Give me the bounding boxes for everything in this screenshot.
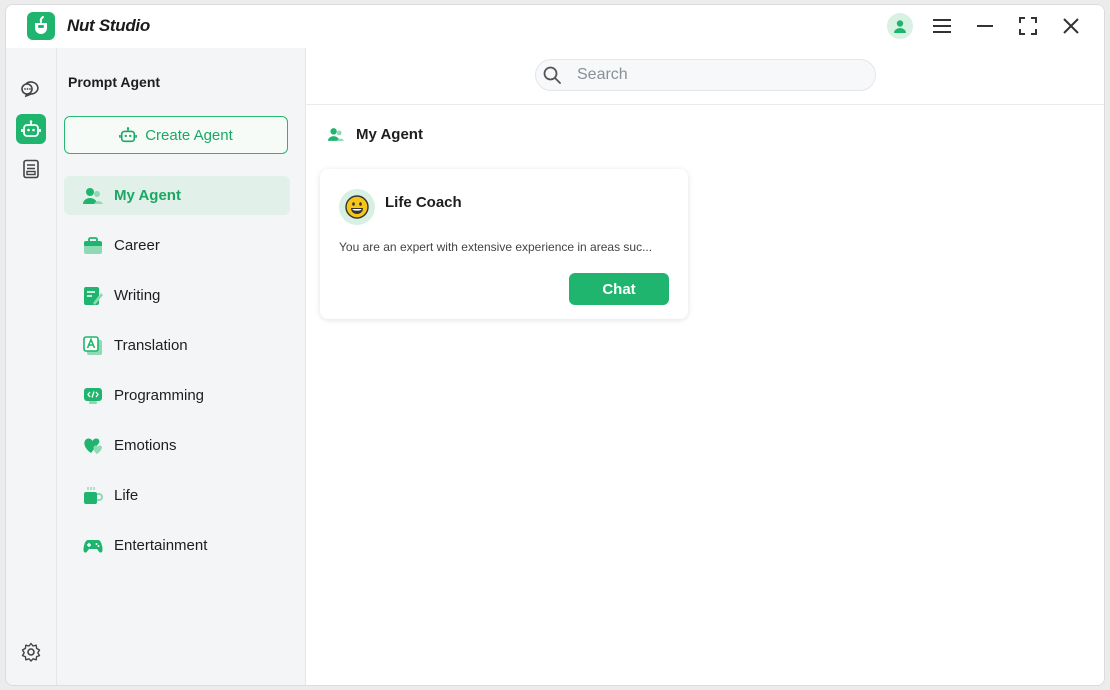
minimize-button[interactable] <box>973 14 997 38</box>
sidebar-item-entertainment[interactable]: Entertainment <box>64 526 290 565</box>
sidebar-item-label: Career <box>114 237 160 254</box>
document-icon <box>23 159 39 179</box>
sidebar-item-label: Emotions <box>114 437 177 454</box>
smiley-face-icon <box>345 195 369 219</box>
chat-button[interactable]: Chat <box>569 273 669 305</box>
user-icon <box>894 20 906 33</box>
user-button[interactable] <box>887 13 913 39</box>
nav-rail <box>6 48 57 685</box>
pen-icon <box>82 285 104 307</box>
users-icon <box>82 185 104 207</box>
avatar <box>339 189 375 225</box>
coffee-icon <box>82 485 104 507</box>
translate-icon <box>82 335 104 357</box>
maximize-icon <box>1019 17 1037 35</box>
settings-icon <box>21 642 41 662</box>
menu-button[interactable] <box>930 14 954 38</box>
sidebar-item-programming[interactable]: Programming <box>64 376 290 415</box>
create-agent-button[interactable]: Create Agent <box>64 116 288 154</box>
rail-document-button[interactable] <box>16 154 46 184</box>
menu-icon <box>933 19 951 33</box>
sidebar-item-life[interactable]: Life <box>64 476 290 515</box>
close-button[interactable] <box>1059 14 1083 38</box>
title-bar: Nut Studio <box>6 5 1104 49</box>
heart-icon <box>82 435 104 457</box>
maximize-button[interactable] <box>1016 14 1040 38</box>
sidebar-item-label: Programming <box>114 387 205 404</box>
sidebar-item-emotions[interactable]: Emotions <box>64 426 290 465</box>
rail-settings-button[interactable] <box>16 637 46 667</box>
header-divider <box>306 104 1104 105</box>
chat-icon <box>21 81 39 98</box>
sidebar-title: Prompt Agent <box>68 74 161 90</box>
sidebar-item-career[interactable]: Career <box>64 226 290 265</box>
sidebar-item-label: My Agent <box>114 187 181 204</box>
app-logo-icon <box>27 12 55 40</box>
sidebar-item-label: Translation <box>114 337 188 354</box>
robot-icon <box>119 127 138 143</box>
minimize-icon <box>977 25 993 27</box>
section-title: My Agent <box>356 126 423 143</box>
rail-agent-button[interactable] <box>16 114 46 144</box>
sidebar-item-my-agent[interactable]: My Agent <box>64 176 290 215</box>
search-icon <box>543 66 561 84</box>
rail-chat-button[interactable] <box>16 74 46 104</box>
search-bar[interactable] <box>535 59 876 91</box>
sidebar-item-translation[interactable]: Translation <box>64 326 290 365</box>
agent-description: You are an expert with extensive experie… <box>339 240 653 254</box>
sidebar-item-label: Writing <box>114 287 161 304</box>
gamepad-icon <box>82 535 104 557</box>
agent-card[interactable]: Life Coach You are an expert with extens… <box>320 169 688 319</box>
app-window: Nut Studio Prompt Agent Create Agent My … <box>5 4 1105 686</box>
users-icon <box>328 128 344 141</box>
prompt-agent-sidebar: Prompt Agent Create Agent My Agent Caree… <box>57 48 306 685</box>
main-content: My Agent Life Coach You are an expert wi… <box>306 48 1104 685</box>
close-icon <box>1063 18 1079 34</box>
robot-icon <box>21 120 41 137</box>
code-icon <box>82 385 104 407</box>
app-title: Nut Studio <box>67 16 150 35</box>
search-input[interactable] <box>575 65 859 85</box>
agent-name: Life Coach <box>385 194 462 211</box>
sidebar-item-label: Life <box>114 487 139 504</box>
sidebar-item-writing[interactable]: Writing <box>64 276 290 315</box>
sidebar-item-label: Entertainment <box>114 537 208 554</box>
briefcase-icon <box>82 235 104 257</box>
section-header: My Agent <box>328 126 423 143</box>
create-agent-label: Create Agent <box>145 126 233 144</box>
